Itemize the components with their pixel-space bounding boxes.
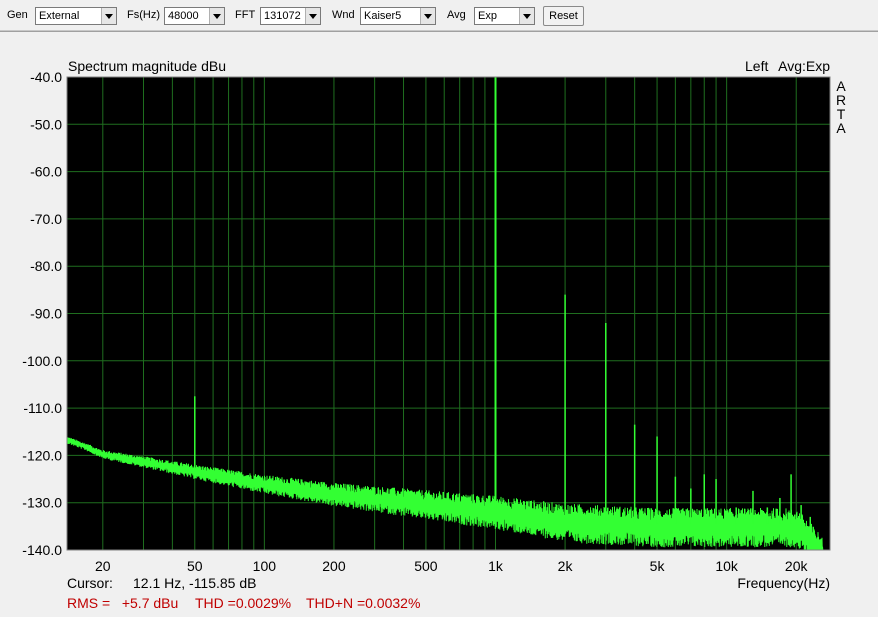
arta-brand: ARTA bbox=[836, 78, 846, 136]
x-tick-label: 2k bbox=[558, 558, 574, 574]
x-tick-label: 50 bbox=[187, 558, 203, 574]
cursor-label: Cursor: bbox=[67, 575, 113, 591]
x-tick-label: 5k bbox=[650, 558, 666, 574]
y-tick-label: -130.0 bbox=[22, 495, 62, 511]
y-tick-label: -120.0 bbox=[22, 447, 62, 463]
rms-readout: RMS = +5.7 dBu bbox=[67, 595, 178, 611]
x-axis-label: Frequency(Hz) bbox=[737, 575, 830, 591]
x-tick-label: 200 bbox=[322, 558, 346, 574]
chart-title: Spectrum magnitude dBu bbox=[68, 58, 226, 74]
y-tick-label: -40.0 bbox=[30, 69, 62, 85]
thd-readout: THD =0.0029% bbox=[195, 595, 291, 611]
y-tick-label: -110.0 bbox=[23, 400, 62, 416]
y-tick-label: -70.0 bbox=[30, 211, 62, 227]
channel-label: Left bbox=[745, 58, 768, 74]
x-tick-label: 100 bbox=[253, 558, 277, 574]
y-tick-label: -50.0 bbox=[30, 116, 62, 132]
y-tick-label: -140.0 bbox=[22, 542, 62, 558]
y-tick-label: -80.0 bbox=[30, 258, 62, 274]
cursor-readout: 12.1 Hz, -115.85 dB bbox=[133, 575, 256, 591]
avg-mode-label: Avg:Exp bbox=[778, 58, 830, 74]
x-tick-label: 10k bbox=[715, 558, 739, 574]
x-tick-label: 1k bbox=[488, 558, 504, 574]
spectrum-chart[interactable]: -40.0 -50.0 -60.0 -70.0 -80.0 -90.0 -100.0 -110… bbox=[0, 0, 878, 616]
y-tick-label: -100.0 bbox=[22, 353, 62, 369]
y-tick-label: -60.0 bbox=[30, 164, 62, 180]
brand-letter: A bbox=[836, 120, 846, 136]
x-tick-label: 20k bbox=[785, 558, 809, 574]
y-tick-label: -90.0 bbox=[30, 306, 62, 322]
x-tick-label: 20 bbox=[95, 558, 111, 574]
x-tick-label: 500 bbox=[414, 558, 438, 574]
thdn-readout: THD+N =0.0032% bbox=[306, 595, 420, 611]
